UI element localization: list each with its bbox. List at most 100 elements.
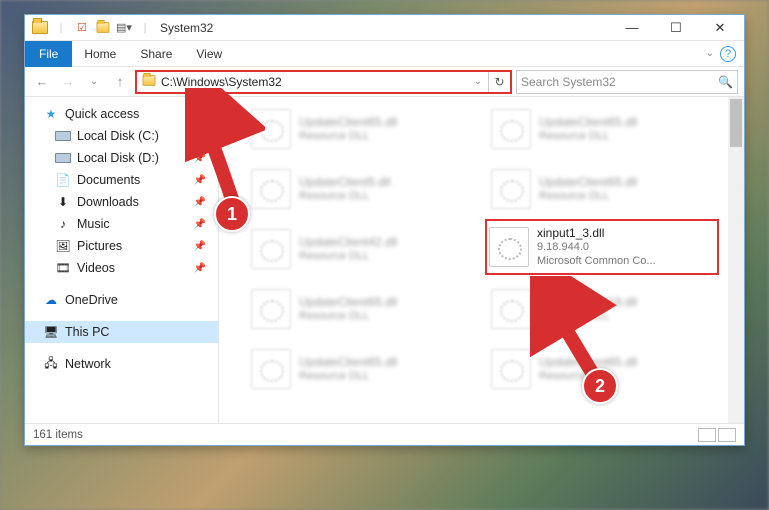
divider-icon: | bbox=[52, 19, 70, 37]
sidebar-item-thispc[interactable]: 🖥This PC bbox=[25, 321, 218, 343]
ribbon-tabs: File Home Share View ⌄ ? bbox=[25, 41, 744, 67]
network-icon: 🖧 bbox=[43, 357, 59, 371]
help-icon[interactable]: ? bbox=[720, 46, 736, 62]
file-item[interactable]: UpdateClient65.dllResource DLL bbox=[249, 105, 479, 153]
sidebar-item-label: Local Disk (D:) bbox=[77, 151, 159, 165]
dll-icon bbox=[251, 349, 291, 389]
explorer-window: | ☑ ▤▾ | System32 — ☐ ✕ File Home Share … bbox=[24, 14, 745, 446]
forward-button[interactable]: → bbox=[57, 71, 79, 93]
share-tab[interactable]: Share bbox=[128, 41, 184, 67]
sidebar-item-documents[interactable]: 📄Documents📌 bbox=[25, 169, 218, 191]
file-name: UpdateClient65.dll bbox=[539, 355, 637, 369]
pin-icon: 📌 bbox=[194, 241, 206, 252]
properties-icon[interactable]: ▤▾ bbox=[115, 19, 133, 37]
drive-icon bbox=[55, 129, 71, 143]
dll-icon bbox=[489, 227, 529, 267]
sidebar-item-pictures[interactable]: 🖼 Pictures 📌 bbox=[25, 235, 218, 257]
check-icon[interactable]: ☑ bbox=[73, 19, 91, 37]
recent-locations-button[interactable]: ⌄ bbox=[83, 71, 105, 93]
file-type: Resource DLL bbox=[299, 309, 397, 323]
address-path[interactable]: C:\Windows\System32 bbox=[161, 75, 468, 89]
address-dropdown-icon[interactable]: ⌄ bbox=[468, 76, 488, 87]
folder-icon bbox=[31, 19, 49, 37]
folder-icon bbox=[141, 74, 157, 90]
file-name: xinput1_3.dll bbox=[537, 226, 656, 240]
dll-icon bbox=[251, 169, 291, 209]
search-placeholder: Search System32 bbox=[521, 75, 616, 89]
file-item[interactable]: UpdateClient42.dllResource DLL bbox=[249, 225, 479, 273]
address-bar[interactable]: C:\Windows\System32 ⌄ ↻ bbox=[135, 70, 512, 94]
up-button[interactable]: ↑ bbox=[109, 71, 131, 93]
view-tab[interactable]: View bbox=[184, 41, 234, 67]
scrollbar[interactable] bbox=[728, 97, 744, 423]
file-item[interactable]: UpdateClient5.dllResource DLL bbox=[249, 165, 479, 213]
sidebar-item-music[interactable]: ♪Music📌 bbox=[25, 213, 218, 235]
annotation-circle-1: 1 bbox=[214, 196, 250, 232]
file-name: UpdateClient19.dll bbox=[539, 295, 637, 309]
file-list[interactable]: UpdateClient65.dllResource DLL UpdateCli… bbox=[219, 97, 744, 423]
file-name: UpdateClient65.dll bbox=[539, 115, 637, 129]
sidebar-item-onedrive[interactable]: ☁OneDrive bbox=[25, 289, 218, 311]
navigation-pane: ★ Quick access Local Disk (C:)📌 Local Di… bbox=[25, 97, 219, 423]
sidebar-item-label: Downloads bbox=[77, 195, 139, 209]
drive-icon bbox=[55, 151, 71, 165]
pictures-icon: 🖼 bbox=[55, 239, 71, 253]
sidebar-item-drive-d[interactable]: Local Disk (D:) 📌 bbox=[25, 147, 218, 169]
close-button[interactable]: ✕ bbox=[698, 15, 742, 41]
file-type: Resource DLL bbox=[299, 129, 397, 143]
sidebar-item-label: Documents bbox=[77, 173, 140, 187]
sidebar-item-label: This PC bbox=[65, 325, 109, 339]
videos-icon: 🎞 bbox=[55, 261, 71, 275]
sidebar-item-network[interactable]: 🖧Network bbox=[25, 353, 218, 375]
file-item[interactable]: UpdateClient65.dllResource DLL bbox=[249, 285, 479, 333]
titlebar: | ☑ ▤▾ | System32 — ☐ ✕ bbox=[25, 15, 744, 41]
details-view-button[interactable] bbox=[698, 428, 716, 442]
sidebar-item-label: Quick access bbox=[65, 107, 139, 121]
download-icon: ⬇ bbox=[55, 195, 71, 209]
search-box[interactable]: Search System32 🔍 bbox=[516, 70, 738, 94]
sidebar-item-label: Pictures bbox=[77, 239, 122, 253]
folder-small-icon[interactable] bbox=[94, 19, 112, 37]
file-item-highlighted[interactable]: xinput1_3.dll 9.18.944.0 Microsoft Commo… bbox=[485, 219, 719, 275]
sidebar-item-label: Local Disk (C:) bbox=[77, 129, 159, 143]
dll-icon bbox=[251, 109, 291, 149]
dll-icon bbox=[491, 349, 531, 389]
sidebar-item-label: Music bbox=[77, 217, 110, 231]
file-name: UpdateClient42.dll bbox=[299, 235, 397, 249]
file-name: UpdateClient65.dll bbox=[299, 295, 397, 309]
item-count: 161 items bbox=[33, 429, 83, 441]
status-bar: 161 items bbox=[25, 423, 744, 445]
divider-icon: | bbox=[136, 19, 154, 37]
sidebar-item-drive-c[interactable]: Local Disk (C:)📌 bbox=[25, 125, 218, 147]
sidebar-item-downloads[interactable]: ⬇Downloads📌 bbox=[25, 191, 218, 213]
sidebar-item-videos[interactable]: 🎞Videos📌 bbox=[25, 257, 218, 279]
file-item[interactable]: UpdateClient65.dllResource DLL bbox=[249, 345, 479, 393]
dll-icon bbox=[251, 229, 291, 269]
file-version: 9.18.944.0 bbox=[537, 240, 656, 254]
file-type: Resource DLL bbox=[539, 189, 637, 203]
sidebar-item-label: Videos bbox=[77, 261, 115, 275]
file-item[interactable]: UpdateClient65.dllResource DLL bbox=[489, 165, 719, 213]
file-item[interactable]: UpdateClient19.dllResource DLL bbox=[489, 285, 719, 333]
dll-icon bbox=[251, 289, 291, 329]
quick-access-toolbar: | ☑ ▤▾ | bbox=[31, 19, 154, 37]
expand-ribbon-icon[interactable]: ⌄ bbox=[706, 48, 714, 59]
tiles-view-button[interactable] bbox=[718, 428, 736, 442]
file-type: Resource DLL bbox=[539, 129, 637, 143]
maximize-button[interactable]: ☐ bbox=[654, 15, 698, 41]
pin-icon: 📌 bbox=[194, 153, 206, 164]
home-tab[interactable]: Home bbox=[72, 41, 128, 67]
sidebar-item-label: OneDrive bbox=[65, 293, 118, 307]
music-icon: ♪ bbox=[55, 217, 71, 231]
scrollbar-thumb[interactable] bbox=[730, 99, 742, 147]
back-button[interactable]: ← bbox=[31, 71, 53, 93]
file-type: Resource DLL bbox=[299, 189, 390, 203]
search-icon[interactable]: 🔍 bbox=[718, 75, 733, 89]
refresh-button[interactable]: ↻ bbox=[488, 72, 510, 92]
file-type: Resource DLL bbox=[299, 369, 397, 383]
file-tab[interactable]: File bbox=[25, 41, 72, 67]
quick-access[interactable]: ★ Quick access bbox=[25, 103, 218, 125]
file-item[interactable]: UpdateClient65.dllResource DLL bbox=[489, 105, 719, 153]
file-type: Resource DLL bbox=[539, 309, 637, 323]
minimize-button[interactable]: — bbox=[610, 15, 654, 41]
